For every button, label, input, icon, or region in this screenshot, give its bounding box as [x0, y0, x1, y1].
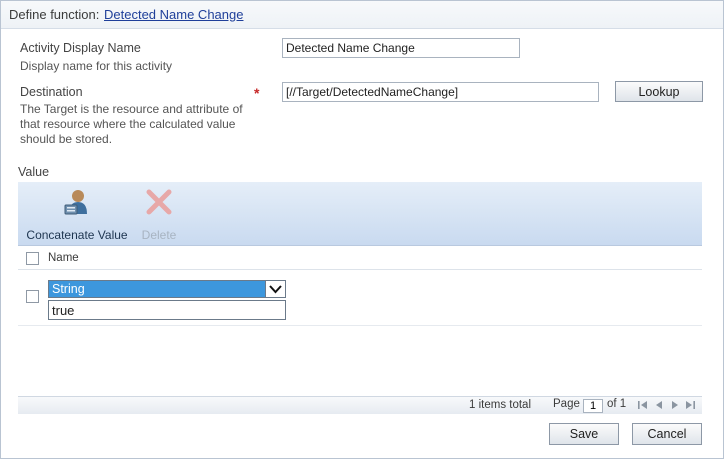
save-button[interactable]: Save	[549, 423, 619, 445]
table-row: String true	[18, 270, 702, 326]
cancel-button[interactable]: Cancel	[632, 423, 702, 445]
column-name-header: Name	[48, 252, 79, 264]
grid-body: String true	[18, 270, 702, 395]
row-checkbox[interactable]	[26, 290, 39, 303]
next-page-icon[interactable]	[670, 399, 680, 414]
value-toolbar: Concatenate Value Delete	[18, 182, 702, 246]
dialog-header: Define function: Detected Name Change	[1, 1, 723, 29]
delete-button[interactable]: Delete	[138, 187, 180, 242]
concatenate-value-label: Concatenate Value	[26, 228, 128, 242]
type-select-value: String	[52, 282, 85, 296]
display-name-label: Activity Display Name	[20, 41, 141, 55]
destination-description: The Target is the resource and attribute…	[20, 102, 243, 146]
define-function-dialog: Define function: Detected Name Change Ac…	[0, 0, 724, 459]
pager: 1 items total Page of 1	[18, 396, 702, 414]
delete-x-icon	[146, 189, 172, 215]
last-page-icon[interactable]	[684, 399, 696, 414]
function-name-link[interactable]: Detected Name Change	[104, 7, 243, 22]
lookup-button[interactable]: Lookup	[615, 81, 703, 102]
value-input[interactable]: true	[48, 300, 286, 320]
value-section-label: Value	[18, 165, 50, 179]
destination-label: Destination	[20, 85, 83, 99]
prev-page-icon[interactable]	[654, 399, 664, 414]
required-marker: *	[254, 85, 260, 101]
header-label: Define function:	[9, 7, 100, 22]
first-page-icon[interactable]	[637, 399, 649, 414]
concatenate-value-button[interactable]: Concatenate Value	[24, 187, 130, 242]
chevron-down-icon[interactable]	[265, 281, 285, 297]
delete-label: Delete	[141, 228, 177, 242]
type-select[interactable]: String	[48, 280, 286, 298]
display-name-description: Display name for this activity	[20, 59, 173, 73]
page-label: Page	[553, 398, 580, 410]
user-add-icon	[64, 190, 87, 215]
page-number-input[interactable]	[583, 399, 603, 413]
page-of-text: of 1	[607, 398, 627, 410]
destination-input[interactable]	[282, 82, 599, 102]
grid-header: Name	[18, 248, 702, 270]
display-name-input[interactable]	[282, 38, 520, 58]
items-total: 1 items total	[469, 399, 531, 411]
select-all-checkbox[interactable]	[26, 252, 39, 265]
